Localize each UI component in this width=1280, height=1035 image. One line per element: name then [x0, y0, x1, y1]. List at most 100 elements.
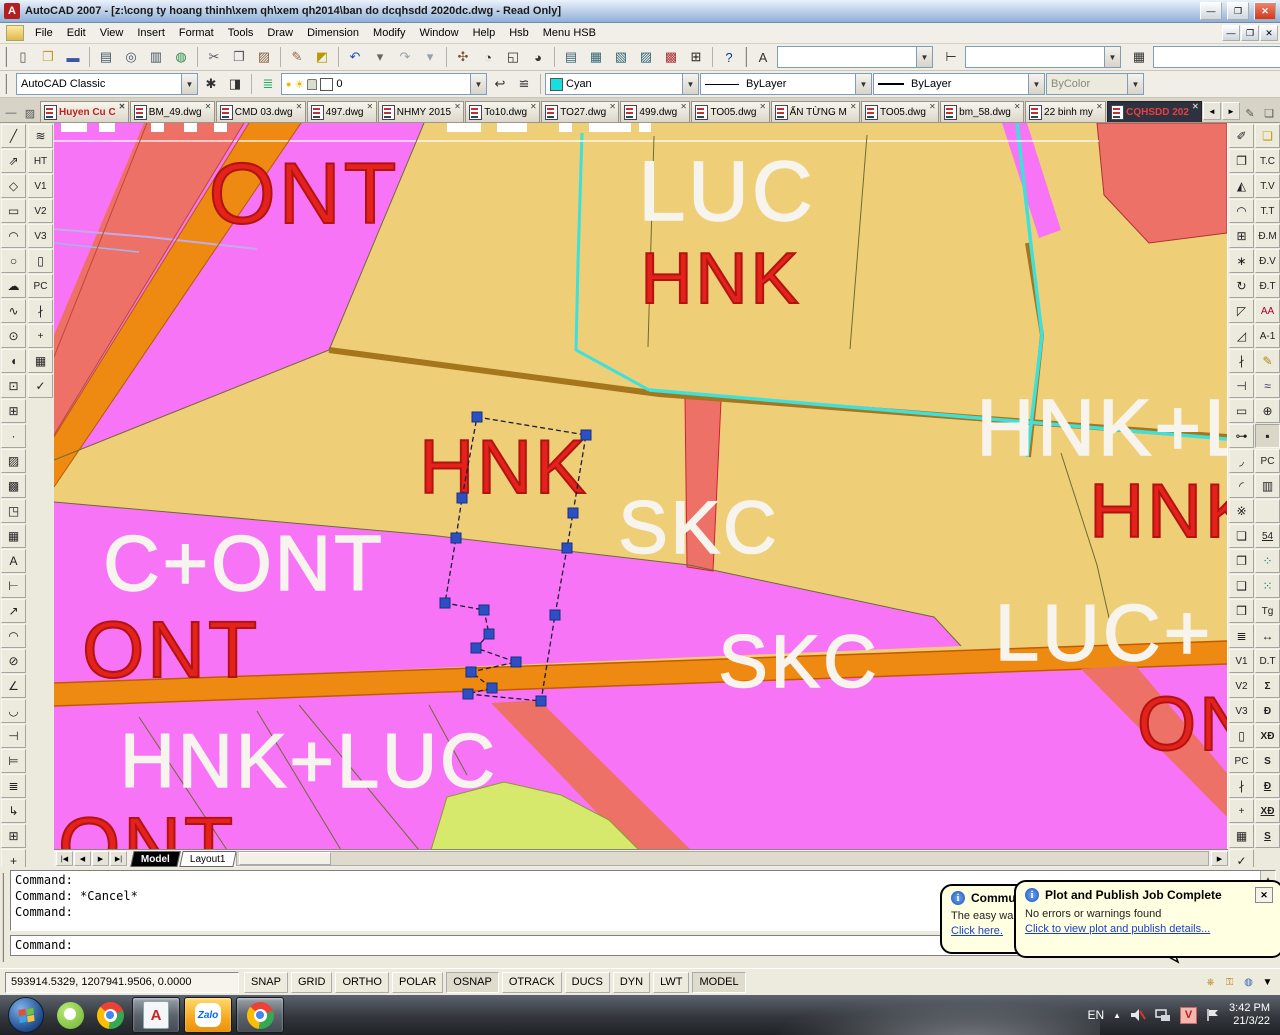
pc-button[interactable]: PC [28, 274, 53, 298]
doc-tab-499-dwg[interactable]: 499.dwg✕ [620, 101, 690, 122]
language-indicator[interactable]: EN [1087, 1008, 1104, 1022]
close-icon[interactable]: ✕ [1192, 102, 1199, 111]
undo-menu-icon[interactable]: ▾ [368, 45, 392, 69]
menu-help[interactable]: Help [466, 26, 503, 40]
tool-icon[interactable]: ⊢ [1, 574, 26, 598]
zoom-previous-icon[interactable]: ◕ [526, 45, 550, 69]
grip[interactable] [463, 689, 473, 699]
balloon-link[interactable]: Click to view plot and publish details..… [1025, 923, 1210, 935]
mdi-restore-button[interactable]: ❐ [1241, 25, 1259, 41]
tab-layout1[interactable]: Layout1 [179, 851, 236, 867]
lr-arrow-icon[interactable]: ↔ [1255, 624, 1280, 648]
grip[interactable] [466, 667, 476, 677]
toggle-lwt[interactable]: LWT [653, 972, 689, 993]
grip[interactable] [479, 605, 489, 615]
plus-button[interactable]: + [1229, 799, 1254, 823]
tool-icon[interactable]: ⊡ [1, 374, 26, 398]
map-canvas[interactable]: ONTLUCHNKHNKSKCHNK+LHNKC+ONTONTLUC+SKCON… [54, 123, 1228, 849]
move-icon[interactable]: ∗ [1229, 249, 1254, 273]
sheet-set-manager-icon[interactable]: ▨ [634, 45, 658, 69]
tool-icon[interactable]: ⇗ [1, 149, 26, 173]
plot-preview-icon[interactable]: ◎ [119, 45, 143, 69]
viewport-icon[interactable]: ▯ [1229, 724, 1254, 748]
grip[interactable] [484, 629, 494, 639]
tool-icon[interactable]: ▭ [1, 199, 26, 223]
toolbar-grip[interactable] [745, 47, 747, 67]
tool-icon[interactable]: ⊣ [1, 724, 26, 748]
array-icon[interactable]: ⊞ [1229, 224, 1254, 248]
title-bar[interactable]: A AutoCAD 2007 - [z:\cong ty hoang thinh… [0, 0, 1280, 23]
close-icon[interactable]: ✕ [680, 102, 687, 111]
copy-clip-icon[interactable]: ❐ [227, 45, 251, 69]
d-u-button[interactable]: Đ [1255, 774, 1280, 798]
grip[interactable] [457, 493, 467, 503]
doc-tab-huyen-cu-c[interactable]: Huyen Cu C✕ [40, 101, 129, 122]
redo-menu-icon[interactable]: ▾ [418, 45, 442, 69]
explode-icon[interactable]: ※ [1229, 499, 1254, 523]
paste-icon[interactable]: ▨ [252, 45, 276, 69]
toggle-grid[interactable]: GRID [291, 972, 333, 993]
grip[interactable] [511, 657, 521, 667]
tool-icon[interactable]: ∿ [1, 299, 26, 323]
dash-icon[interactable]: ∤ [28, 299, 53, 323]
menu-menu-hsb[interactable]: Menu HSB [536, 26, 603, 40]
tool-icon[interactable]: ◖ [1, 349, 26, 373]
taskbar-zalo-button[interactable]: Zalo [184, 997, 232, 1033]
plot-icon[interactable]: ▤ [94, 45, 118, 69]
close-icon[interactable]: ✕ [929, 102, 936, 111]
command-window-grip[interactable] [2, 873, 8, 962]
balloon-link[interactable]: Click here. [951, 925, 1003, 937]
toggle-dyn[interactable]: DYN [613, 972, 650, 993]
tool-icon[interactable]: ◠ [1, 224, 26, 248]
chamfer-icon[interactable]: ◞ [1229, 449, 1254, 473]
doc-tab-bm_58-dwg[interactable]: bm_58.dwg✕ [940, 101, 1024, 122]
molecule1-icon[interactable]: ⁘ [1255, 549, 1280, 573]
chevron-down-icon[interactable]: ▼ [682, 74, 698, 94]
extend-icon[interactable]: ⊣ [1229, 374, 1254, 398]
tab-scroll-right-button[interactable]: ► [1222, 102, 1240, 120]
dash-icon[interactable]: ∤ [1229, 774, 1254, 798]
tool-icon[interactable]: ∠ [1, 674, 26, 698]
tool-icon[interactable]: ▨ [1, 449, 26, 473]
menu-insert[interactable]: Insert [130, 26, 172, 40]
tray-expand-icon[interactable]: ▲ [1113, 1011, 1121, 1020]
close-icon[interactable]: ✕ [530, 102, 537, 111]
tab-scroll-left-button[interactable]: ◄ [1203, 102, 1221, 120]
tool-icon[interactable]: · [1, 424, 26, 448]
v2-button[interactable]: V2 [28, 199, 53, 223]
offset-icon[interactable]: ◠ [1229, 199, 1254, 223]
etransmit-icon[interactable]: ◍ [169, 45, 193, 69]
rotate-icon[interactable]: ↻ [1229, 274, 1254, 298]
properties-palette-icon[interactable]: ▤ [559, 45, 583, 69]
open-icon[interactable]: ❒ [36, 45, 60, 69]
cut-icon[interactable]: ✂ [202, 45, 226, 69]
clock[interactable]: 3:42 PM 21/3/22 [1229, 1002, 1270, 1028]
text-style-combo[interactable]: ▼ [777, 46, 933, 68]
bulb-icon[interactable]: ● [286, 79, 291, 89]
s-button[interactable]: S [1255, 749, 1280, 773]
tab-prev-button[interactable]: ◀ [74, 851, 91, 866]
draw-order-above-icon[interactable]: ❑ [1229, 574, 1254, 598]
plus-circle-icon[interactable]: ⊕ [1255, 399, 1280, 423]
v3-button[interactable]: V3 [28, 224, 53, 248]
grip[interactable] [451, 533, 461, 543]
close-icon[interactable]: ✕ [205, 102, 212, 111]
toggle-ortho[interactable]: ORTHO [335, 972, 389, 993]
pan-icon[interactable]: ✣ [451, 45, 475, 69]
tool-icon[interactable]: ↗ [1, 599, 26, 623]
toggle-otrack[interactable]: OTRACK [502, 972, 562, 993]
tool-icon[interactable]: ⊞ [1, 399, 26, 423]
draw-order-below-icon[interactable]: ❒ [1229, 599, 1254, 623]
menu-dimension[interactable]: Dimension [300, 26, 366, 40]
tool-icon[interactable]: ⊞ [1, 824, 26, 848]
doc-tab-497-dwg[interactable]: 497.dwg✕ [307, 101, 377, 122]
mdi-close-button[interactable]: ✕ [1260, 25, 1278, 41]
action-center-flag-icon[interactable] [1206, 1008, 1220, 1022]
menu-hsb[interactable]: Hsb [502, 26, 536, 40]
linetype-combo[interactable]: ByLayer ▼ [700, 73, 872, 95]
tab-model[interactable]: Model [130, 851, 180, 867]
close-icon[interactable]: ✕ [296, 102, 303, 111]
v1-button[interactable]: V1 [28, 174, 53, 198]
draw-order-back-icon[interactable]: ❐ [1229, 549, 1254, 573]
chevron-down-icon[interactable]: ▼ [470, 74, 486, 94]
